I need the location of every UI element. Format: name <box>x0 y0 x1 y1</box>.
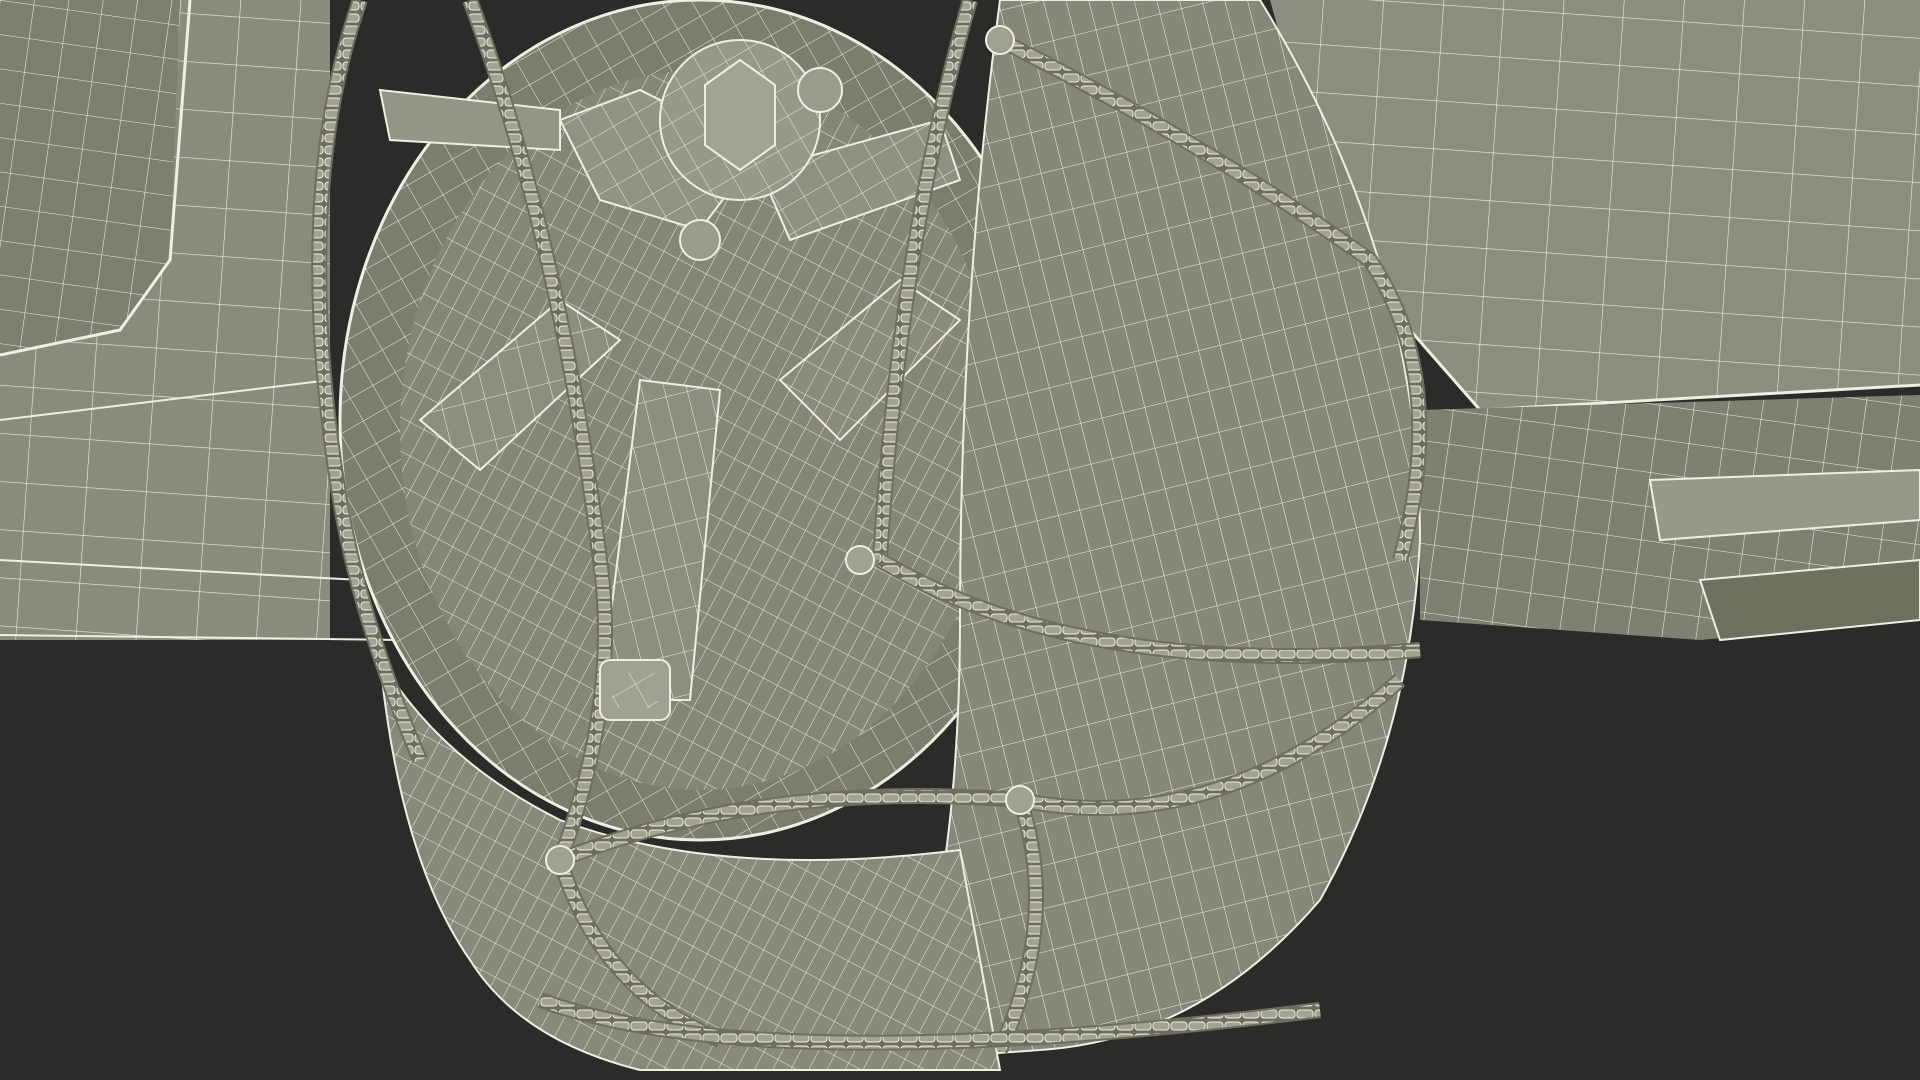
wireframe-scene <box>0 0 1920 1071</box>
chassis-rail <box>1420 395 1920 642</box>
render-viewport <box>0 0 1920 1080</box>
